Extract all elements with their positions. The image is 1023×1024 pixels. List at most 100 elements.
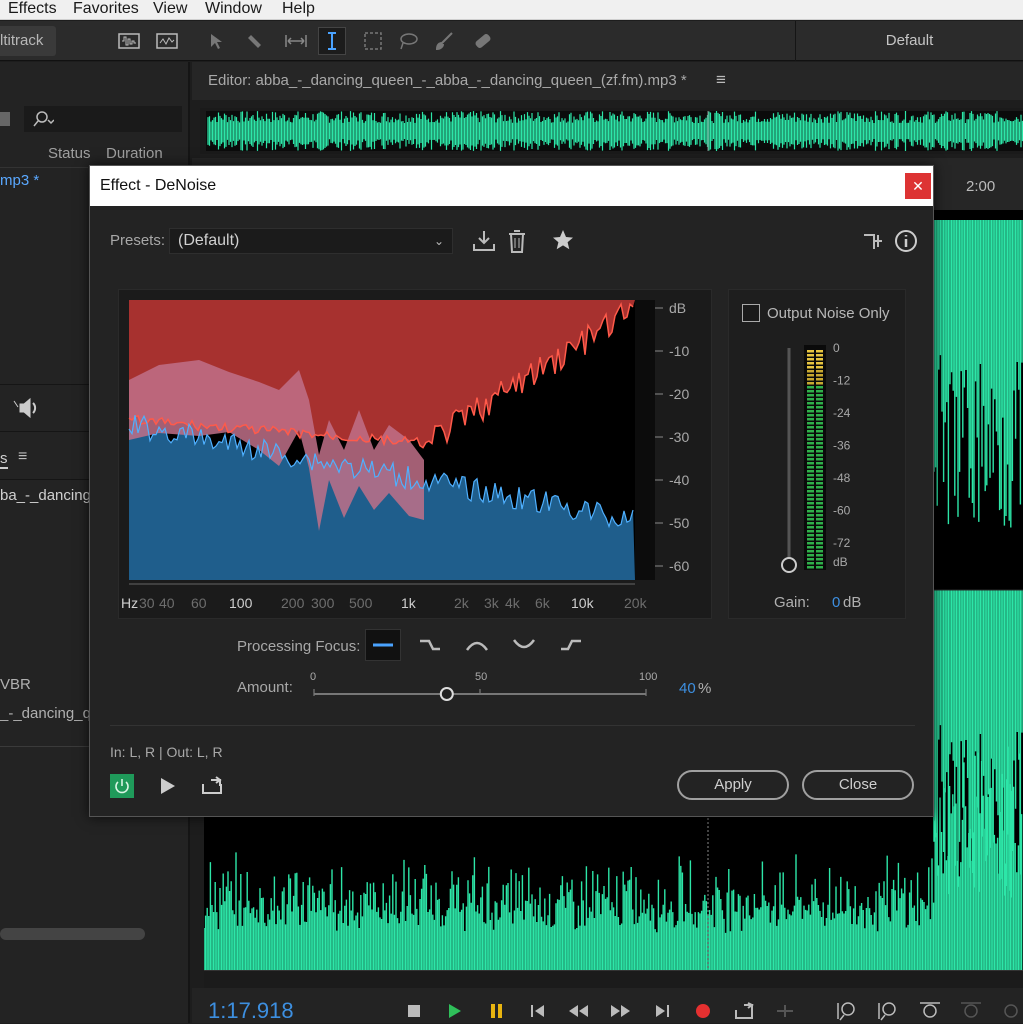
focus-all-icon[interactable]	[365, 629, 401, 661]
skip-to-start-icon[interactable]	[527, 1000, 549, 1022]
focus-notch-icon[interactable]	[506, 629, 542, 661]
db-tick: -40	[669, 472, 689, 488]
focus-high-icon[interactable]	[553, 629, 589, 661]
razor-tool-icon[interactable]	[244, 27, 272, 55]
time-selection-tool-icon[interactable]	[282, 27, 310, 55]
gain-value[interactable]: 0	[832, 594, 840, 611]
db-tick: dB	[669, 300, 686, 316]
favorite-star-icon[interactable]	[551, 228, 575, 254]
chevron-down-icon: ⌄	[433, 234, 444, 248]
gain-slider-knob	[781, 557, 797, 573]
hz-tick: 3k	[484, 595, 500, 611]
db-tick: -60	[669, 558, 689, 574]
meter-tick: 0	[833, 341, 840, 355]
hz-tick: 30	[139, 595, 155, 611]
skip-to-end-icon[interactable]	[651, 1000, 673, 1022]
fast-forward-icon[interactable]	[609, 1000, 631, 1022]
amount-slider[interactable]	[312, 686, 648, 702]
close-button[interactable]: Close	[802, 770, 914, 800]
hz-tick: 500	[349, 595, 373, 611]
hz-tick: 10k	[571, 595, 595, 611]
play-icon[interactable]	[444, 1000, 466, 1022]
current-time[interactable]: 1:17.918	[208, 998, 294, 1024]
menu-view[interactable]: View	[153, 0, 187, 18]
workspace-default[interactable]: Default	[795, 21, 1023, 61]
denoise-dialog: Effect - DeNoise ✕ Presets: (Default) ⌄ …	[89, 165, 934, 817]
routing-icon[interactable]	[862, 230, 884, 252]
trash-icon[interactable]	[0, 108, 12, 128]
marquee-tool-icon[interactable]	[360, 27, 386, 55]
panel2-tab[interactable]: s	[0, 450, 8, 469]
save-preset-icon[interactable]	[471, 228, 497, 254]
meter-tick: -60	[833, 504, 851, 518]
search-icon	[32, 110, 55, 133]
text-cursor-tool-icon[interactable]	[318, 27, 346, 55]
db-tick: -10	[669, 343, 689, 359]
skip-selection-icon[interactable]	[774, 1000, 796, 1022]
hz-tick: Hz	[121, 595, 138, 611]
spectrum-graph[interactable]: dB -10 -20 -30 -40 -50 -60 Hz 30 40 60 100 200 300 500…	[118, 289, 712, 619]
menu-bar: Effects Favorites View Window Help	[0, 0, 1023, 20]
io-channels: In: L, R | Out: L, R	[110, 744, 223, 760]
meta-filename: _-_dancing_qu	[0, 705, 100, 722]
menu-window[interactable]: Window	[205, 0, 262, 18]
db-tick: -50	[669, 515, 689, 531]
move-tool-icon[interactable]	[205, 27, 233, 55]
pause-icon[interactable]	[486, 1000, 508, 1022]
loop-icon[interactable]	[733, 1000, 755, 1022]
delete-preset-icon[interactable]	[506, 228, 528, 254]
zoom-in-amplitude-icon[interactable]	[836, 1000, 858, 1022]
focus-low-icon[interactable]	[412, 629, 448, 661]
record-icon[interactable]	[692, 1000, 714, 1022]
meter-tick: -48	[833, 471, 851, 485]
waveform-overview[interactable]	[200, 108, 1023, 154]
dialog-title: Effect - DeNoise	[90, 166, 933, 206]
power-icon[interactable]	[110, 774, 134, 798]
editor-title[interactable]: Editor: abba_-_dancing_queen_-_abba_-_da…	[208, 72, 687, 89]
loop-preview-icon[interactable]	[200, 776, 224, 796]
speaker-icon[interactable]	[12, 397, 42, 424]
column-status[interactable]: Status	[48, 145, 91, 162]
zoom-full-icon[interactable]	[1000, 1000, 1022, 1022]
meta-bitrate: VBR	[0, 676, 31, 693]
horizontal-scrollbar[interactable]	[0, 928, 145, 940]
stop-icon[interactable]	[403, 1000, 425, 1022]
hz-tick: 60	[191, 595, 207, 611]
apply-button[interactable]: Apply	[677, 770, 789, 800]
divider	[110, 725, 915, 726]
editor-menu-icon[interactable]: ≡	[716, 70, 726, 90]
menu-help[interactable]: Help	[282, 0, 315, 18]
zoom-in-time-icon[interactable]	[918, 1000, 940, 1022]
file-list-item[interactable]: mp3 *	[0, 167, 88, 193]
zoom-out-time-icon[interactable]	[959, 1000, 981, 1022]
amount-mid: 50	[475, 671, 488, 683]
panel2-item[interactable]: ba_-_dancing	[0, 487, 91, 504]
info-icon[interactable]	[894, 229, 918, 253]
waveform-view-icon[interactable]	[116, 27, 142, 55]
brush-tool-icon[interactable]	[432, 27, 458, 55]
column-duration[interactable]: Duration	[106, 145, 163, 162]
hz-tick: 100	[229, 595, 253, 611]
rewind-icon[interactable]	[568, 1000, 590, 1022]
gain-unit: dB	[843, 594, 862, 611]
amount-label: Amount:	[237, 679, 293, 696]
meter-tick: -24	[833, 406, 851, 420]
panel-menu-icon[interactable]: ≡	[18, 448, 27, 466]
hz-tick: 1k	[401, 595, 417, 611]
menu-effects[interactable]: Effects	[8, 0, 57, 18]
file-name: mp3 *	[0, 172, 40, 189]
search-input[interactable]	[24, 106, 182, 132]
zoom-out-amplitude-icon[interactable]	[877, 1000, 899, 1022]
waveform-scrollbar[interactable]	[204, 970, 1023, 988]
hz-tick: 40	[159, 595, 175, 611]
close-icon[interactable]: ✕	[905, 173, 931, 199]
presets-select[interactable]: (Default) ⌄	[169, 228, 453, 254]
spectral-view-icon[interactable]	[154, 27, 180, 55]
spot-healing-tool-icon[interactable]	[469, 27, 497, 55]
lasso-tool-icon[interactable]	[395, 27, 421, 55]
amount-value[interactable]: 40	[679, 680, 696, 697]
preview-play-icon[interactable]	[158, 776, 178, 796]
multitrack-button[interactable]: ltitrack	[0, 26, 56, 56]
focus-mid-icon[interactable]	[459, 629, 495, 661]
menu-favorites[interactable]: Favorites	[73, 0, 139, 18]
